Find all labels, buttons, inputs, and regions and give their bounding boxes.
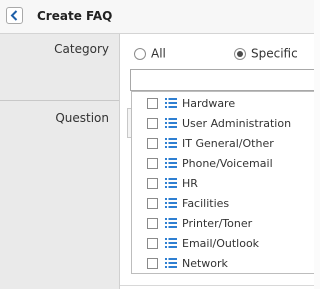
- list-icon: [165, 258, 177, 268]
- category-search-input[interactable]: [130, 69, 314, 91]
- back-button[interactable]: [6, 7, 23, 24]
- option-label: Phone/Voicemail: [182, 157, 273, 170]
- option-label: Facilities: [182, 197, 230, 210]
- list-icon: [165, 178, 177, 188]
- chevron-left-icon: [10, 10, 18, 21]
- option-label: Hardware: [182, 97, 236, 110]
- option-label: Email/Outlook: [182, 237, 260, 250]
- option-checkbox[interactable]: [147, 118, 158, 129]
- category-dropdown[interactable]: Hardware User Administration IT General/Ot…: [131, 91, 314, 274]
- form-label-column: [0, 34, 120, 289]
- category-label: Category: [54, 42, 109, 56]
- row-divider: [0, 100, 119, 101]
- header-bar: Create FAQ: [0, 0, 314, 34]
- list-icon: [165, 218, 177, 228]
- list-icon: [165, 98, 177, 108]
- option-checkbox[interactable]: [147, 258, 158, 269]
- divider: [120, 285, 314, 286]
- option-checkbox[interactable]: [147, 138, 158, 149]
- radio-all-circle[interactable]: [134, 47, 146, 60]
- option-checkbox[interactable]: [147, 178, 158, 189]
- option-label: Printer/Toner: [182, 217, 253, 230]
- list-icon: [165, 198, 177, 208]
- list-icon: [165, 118, 177, 128]
- page-title: Create FAQ: [37, 9, 113, 23]
- option-label: IT General/Other: [182, 137, 274, 150]
- option-checkbox[interactable]: [147, 158, 158, 169]
- option-label: User Administration: [182, 117, 292, 130]
- option-checkbox[interactable]: [147, 238, 158, 249]
- option-checkbox[interactable]: [147, 198, 158, 209]
- list-icon: [165, 238, 177, 248]
- list-icon: [165, 138, 177, 148]
- radio-specific-label: Specific: [251, 46, 298, 61]
- option-label: Network: [182, 257, 228, 270]
- option-label: HR: [182, 177, 198, 190]
- list-icon: [165, 158, 177, 168]
- option-checkbox[interactable]: [147, 98, 158, 109]
- radio-specific[interactable]: Specific: [234, 46, 298, 62]
- radio-specific-circle[interactable]: [234, 47, 246, 60]
- radio-all[interactable]: All: [134, 46, 166, 62]
- question-label: Question: [55, 111, 109, 125]
- option-checkbox[interactable]: [147, 218, 158, 229]
- radio-all-label: All: [151, 46, 166, 61]
